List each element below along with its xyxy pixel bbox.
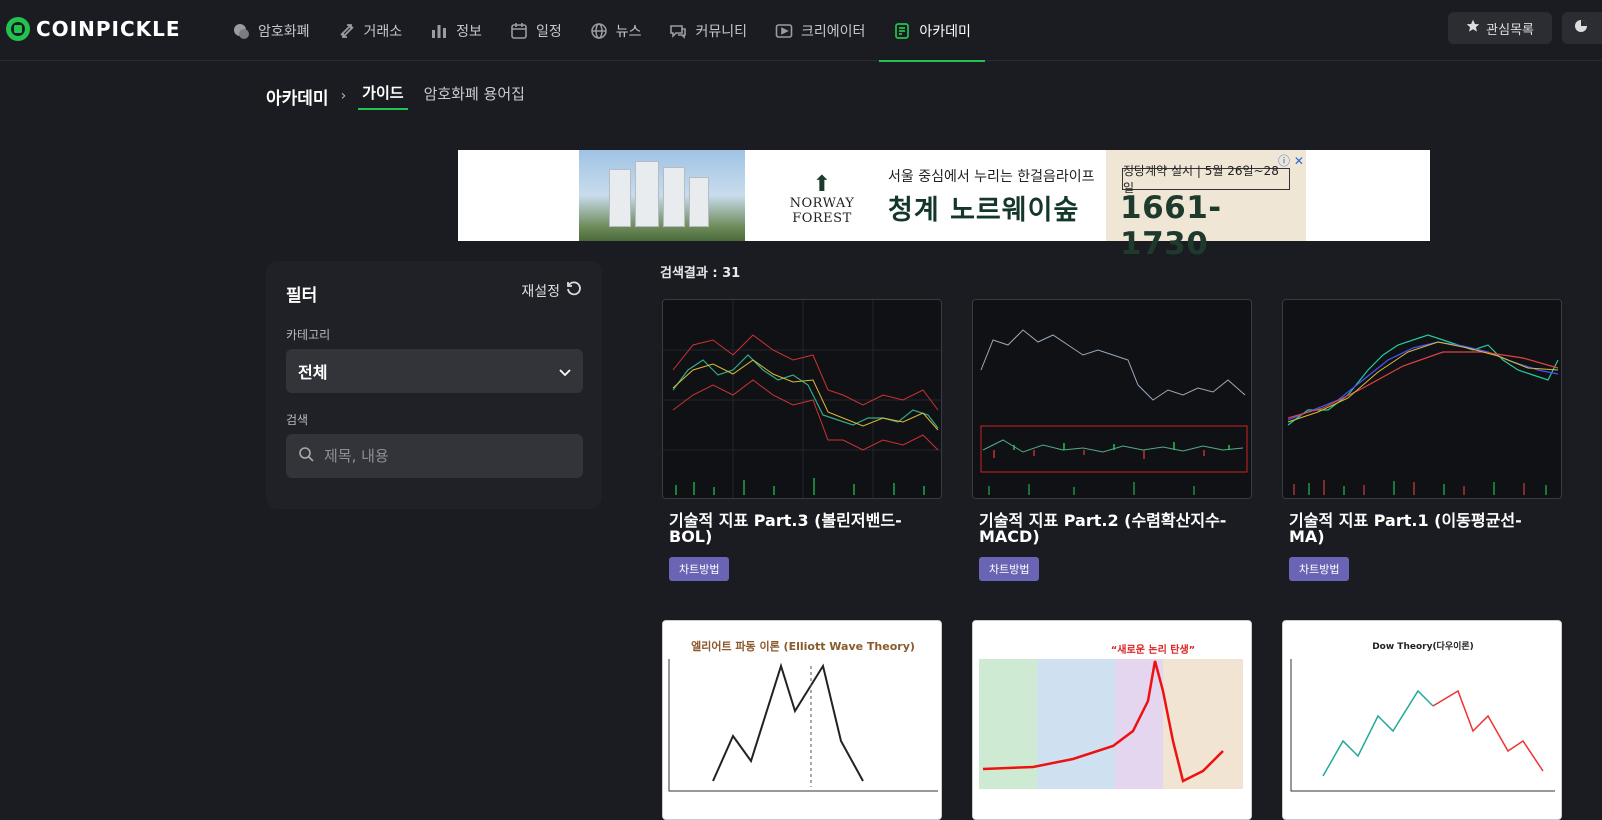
nav-item-schedule[interactable]: 일정 bbox=[496, 0, 576, 61]
card-title: 기술적 지표 Part.1 (이동평균선-MA) bbox=[1289, 511, 1522, 546]
thumb-title: 엘리어트 파동 이론 (Elliott Wave Theory) bbox=[691, 639, 915, 653]
tab-guide[interactable]: 가이드 bbox=[358, 82, 408, 110]
book-icon bbox=[893, 22, 911, 40]
logo[interactable]: COINPICKLE bbox=[6, 17, 181, 41]
portfolio-button[interactable] bbox=[1562, 12, 1602, 44]
chevron-down-icon bbox=[559, 362, 571, 381]
pie-chart-icon bbox=[1574, 19, 1588, 37]
tab-glossary[interactable]: 암호화폐 용어집 bbox=[420, 83, 529, 109]
calendar-icon bbox=[510, 22, 528, 40]
ad-copy: 서울 중심에서 누리는 한걸음라이프 청계 노르웨이숲 bbox=[888, 166, 1095, 227]
category-tag: 차트방법 bbox=[1289, 557, 1350, 581]
category-tag: 차트방법 bbox=[979, 557, 1040, 581]
nav-label: 뉴스 bbox=[615, 23, 642, 40]
ad-brand: ⬆ NORWAY FOREST bbox=[766, 172, 878, 227]
nav-item-info[interactable]: 정보 bbox=[416, 0, 496, 61]
ad-banner[interactable]: ⬆ NORWAY FOREST 서울 중심에서 누리는 한걸음라이프 청계 노르… bbox=[458, 150, 1430, 262]
logo-text: COINPICKLE bbox=[36, 17, 181, 41]
nav-label: 크리에이터 bbox=[801, 23, 866, 40]
card-thumbnail: 엘리어트 파동 이론 (Elliott Wave Theory) bbox=[662, 620, 942, 820]
main-nav: 암호화폐 거래소 정보 일정 뉴스 커뮤니티 크리에이터 아카데미 bbox=[218, 0, 985, 62]
ad-close-icon[interactable]: ⓘ ✕ bbox=[1278, 152, 1304, 169]
search-icon bbox=[298, 446, 314, 466]
guide-card[interactable]: “새로운 논리 탄생” bbox=[972, 620, 1252, 820]
chevron-right-icon: › bbox=[340, 88, 347, 104]
guide-card[interactable]: Dow Theory(다우이론) bbox=[1282, 620, 1562, 820]
nav-item-academy[interactable]: 아카데미 bbox=[879, 0, 985, 62]
card-thumbnail: Dow Theory(다우이론) bbox=[1282, 620, 1562, 820]
nav-item-creator[interactable]: 크리에이터 bbox=[761, 0, 879, 61]
reset-button[interactable]: 재설정 bbox=[521, 281, 582, 301]
play-icon bbox=[775, 22, 793, 40]
chat-icon bbox=[669, 22, 687, 40]
top-navigation-bar: COINPICKLE 암호화폐 거래소 정보 일정 뉴스 커뮤니티 크리에이터 … bbox=[0, 0, 1602, 62]
ad-tagline: 서울 중심에서 누리는 한걸음라이프 bbox=[888, 169, 1095, 185]
guide-card[interactable]: 기술적 지표 Part.2 (수렴확산지수-MACD) 차트방법 bbox=[972, 299, 1252, 581]
nav-label: 커뮤니티 bbox=[695, 23, 747, 40]
nav-label: 일정 bbox=[535, 23, 562, 40]
thumb-title: “새로운 논리 탄생” bbox=[1111, 643, 1196, 656]
filter-title: 필터 bbox=[286, 286, 318, 306]
card-title: 기술적 지표 Part.2 (수렴확산지수-MACD) bbox=[979, 511, 1227, 546]
nav-label: 아카데미 bbox=[919, 23, 971, 40]
star-icon bbox=[1466, 19, 1480, 37]
refresh-icon bbox=[566, 281, 582, 301]
ad-contact: 정당계약 실시 | 5월 26일~28일 1661-1730 bbox=[1106, 150, 1306, 262]
bar-chart-icon bbox=[430, 22, 448, 40]
card-thumbnail bbox=[1282, 299, 1562, 499]
ad-brand-name: NORWAY FOREST bbox=[789, 196, 855, 226]
search-field[interactable] bbox=[286, 434, 583, 478]
nav-label: 정보 bbox=[456, 23, 482, 40]
ad-phone: 1661-1730 bbox=[1120, 190, 1222, 262]
category-tag: 차트방법 bbox=[669, 557, 730, 581]
results-count: 검색결과 : 31 bbox=[660, 266, 741, 281]
breadcrumb: 아카데미 › 가이드 암호화폐 용어집 bbox=[266, 82, 529, 110]
ad-headline: 청계 노르웨이숲 bbox=[888, 195, 1080, 226]
category-value: 전체 bbox=[298, 363, 328, 382]
category-select[interactable]: 전체 bbox=[286, 349, 583, 393]
guide-card[interactable]: 기술적 지표 Part.1 (이동평균선-MA) 차트방법 bbox=[1282, 299, 1562, 581]
search-label: 검색 bbox=[286, 413, 309, 427]
globe-icon bbox=[590, 22, 608, 40]
nav-label: 암호화폐 bbox=[258, 23, 310, 40]
nav-item-exchange[interactable]: 거래소 bbox=[324, 0, 417, 61]
card-thumbnail bbox=[662, 299, 942, 499]
watchlist-label: 관심목록 bbox=[1486, 22, 1534, 38]
card-title: 기술적 지표 Part.3 (볼린저밴드-BOL) bbox=[669, 511, 902, 546]
category-label: 카테고리 bbox=[286, 328, 331, 342]
search-input[interactable] bbox=[324, 447, 564, 465]
guide-card[interactable]: 기술적 지표 Part.3 (볼린저밴드-BOL) 차트방법 bbox=[662, 299, 942, 581]
exchange-icon bbox=[338, 22, 356, 40]
nav-item-crypto[interactable]: 암호화폐 bbox=[218, 0, 324, 61]
card-thumbnail bbox=[972, 299, 1252, 499]
guide-card[interactable]: 엘리어트 파동 이론 (Elliott Wave Theory) bbox=[662, 620, 942, 820]
logo-icon bbox=[6, 17, 30, 41]
nav-label: 거래소 bbox=[363, 23, 403, 40]
coins-icon bbox=[232, 22, 250, 40]
ad-badge: 정당계약 실시 | 5월 26일~28일 bbox=[1122, 164, 1290, 195]
header-actions: 관심목록 bbox=[1448, 12, 1602, 44]
reset-label: 재설정 bbox=[521, 284, 560, 300]
watchlist-button[interactable]: 관심목록 bbox=[1448, 12, 1552, 44]
thumb-title: Dow Theory(다우이론) bbox=[1372, 640, 1474, 652]
nav-item-community[interactable]: 커뮤니티 bbox=[655, 0, 761, 61]
filter-panel: 필터 재설정 카테고리 전체 검색 bbox=[266, 261, 602, 509]
breadcrumb-root[interactable]: 아카데미 bbox=[266, 84, 329, 109]
ad-photo bbox=[579, 150, 745, 241]
card-thumbnail: “새로운 논리 탄생” bbox=[972, 620, 1252, 820]
nav-item-news[interactable]: 뉴스 bbox=[576, 0, 656, 61]
tree-icon: ⬆ bbox=[812, 172, 832, 197]
